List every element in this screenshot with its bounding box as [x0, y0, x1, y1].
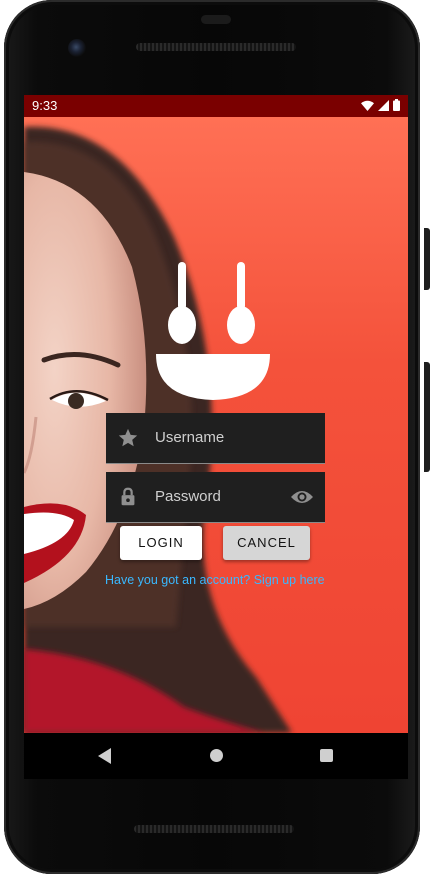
front-camera	[68, 39, 86, 57]
cell-signal-icon	[378, 99, 389, 111]
username-field[interactable]: Username	[106, 413, 325, 464]
username-placeholder: Username	[155, 429, 225, 446]
login-screen: Username Password LOGIN CANCEL Have you …	[24, 117, 408, 733]
phone-device: 9:33 Username Password LOGIN CANCEL Have…	[0, 0, 432, 876]
password-placeholder: Password	[155, 488, 221, 505]
power-button	[424, 228, 430, 290]
status-bar: 9:33	[24, 95, 408, 117]
earpiece	[201, 15, 231, 24]
top-speaker-grille	[136, 43, 296, 51]
recent-apps-icon[interactable]	[320, 749, 333, 762]
status-time: 9:33	[32, 98, 58, 113]
volume-button	[424, 362, 430, 472]
password-field[interactable]: Password	[106, 472, 325, 523]
battery-icon	[393, 99, 400, 111]
back-icon[interactable]	[98, 748, 112, 764]
lock-icon	[121, 487, 135, 506]
signup-link[interactable]: Have you got an account? Sign up here	[105, 573, 325, 587]
cancel-button[interactable]: CANCEL	[223, 526, 310, 560]
screen: 9:33 Username Password LOGIN CANCEL Have…	[24, 95, 408, 733]
navigation-bar	[24, 733, 408, 779]
status-icons	[361, 99, 400, 111]
spoons-smile-logo	[156, 262, 270, 400]
wifi-icon	[361, 100, 374, 111]
eye-icon[interactable]	[290, 487, 314, 507]
login-button[interactable]: LOGIN	[120, 526, 202, 560]
bottom-speaker-grille	[134, 825, 294, 833]
star-icon	[118, 428, 138, 447]
home-icon[interactable]	[210, 749, 223, 762]
